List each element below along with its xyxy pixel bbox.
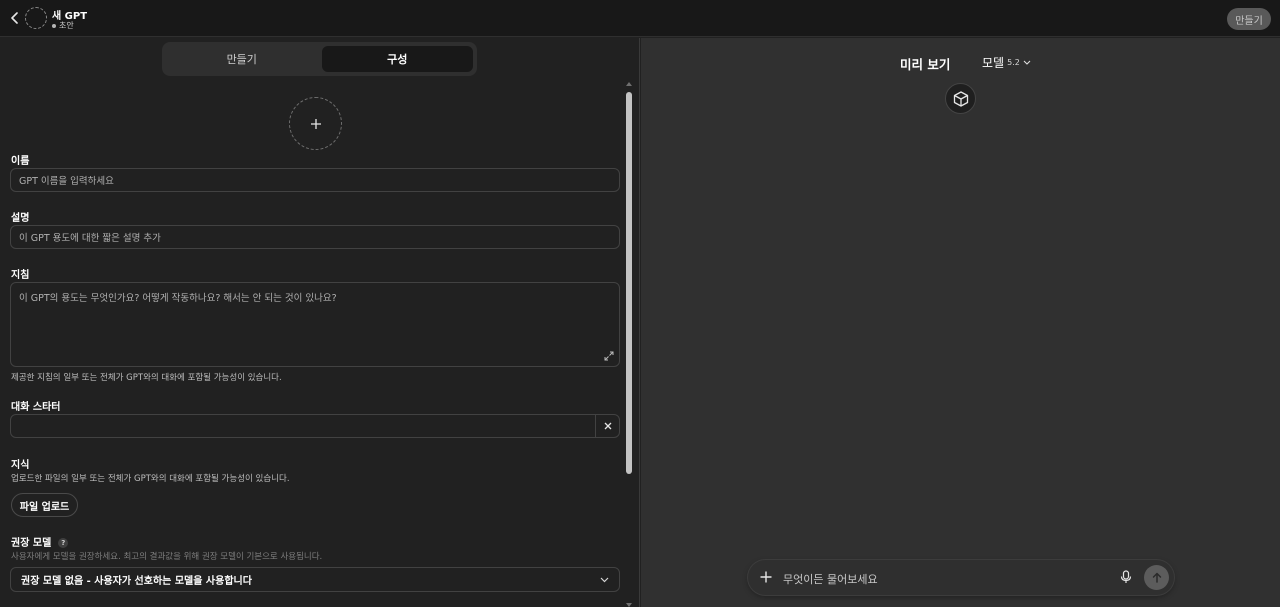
send-button[interactable] bbox=[1144, 565, 1169, 590]
status-text: 초안 bbox=[59, 21, 74, 30]
knowledge-label: 지식 bbox=[11, 460, 30, 471]
name-input[interactable]: GPT 이름을 입력하세요 bbox=[10, 168, 620, 192]
preview-panel: 미리 보기 모델 5.2 무엇이든 물어보세요 bbox=[641, 38, 1280, 607]
name-label: 이름 bbox=[11, 156, 30, 167]
description-placeholder: 이 GPT 용도에 대한 짧은 설명 추가 bbox=[19, 233, 161, 244]
back-button[interactable] bbox=[6, 9, 24, 27]
model-version: 5.2 bbox=[1007, 58, 1020, 67]
starters-label: 대화 스타터 bbox=[11, 402, 61, 413]
name-placeholder: GPT 이름을 입력하세요 bbox=[19, 176, 114, 187]
tab-create[interactable]: 만들기 bbox=[166, 46, 318, 72]
arrow-up-icon bbox=[1152, 572, 1161, 583]
expand-icon[interactable] bbox=[604, 351, 614, 361]
recommended-model-label-row: 권장 모델? bbox=[11, 534, 69, 549]
close-icon bbox=[604, 422, 611, 430]
instructions-label: 지침 bbox=[11, 270, 30, 281]
knowledge-hint: 업로드한 파일의 일부 또는 전체가 GPT와의 대화에 포함될 가능성이 있습… bbox=[11, 474, 290, 484]
mode-tabs: 만들기 구성 bbox=[162, 42, 477, 76]
status-dot-icon bbox=[52, 23, 56, 28]
scroll-down-icon[interactable] bbox=[626, 603, 632, 607]
scrollbar-thumb[interactable] bbox=[626, 92, 632, 474]
top-bar: 새 GPT 초안 만들기 bbox=[0, 0, 1280, 37]
chevron-down-icon bbox=[600, 577, 609, 582]
gpt-avatar bbox=[25, 7, 47, 29]
plus-icon[interactable] bbox=[759, 570, 773, 584]
recommended-model-select[interactable]: 권장 모델 없음 - 사용자가 선호하는 모델을 사용합니다 bbox=[10, 567, 620, 592]
create-button[interactable]: 만들기 bbox=[1227, 8, 1271, 30]
mic-icon[interactable] bbox=[1120, 570, 1132, 584]
preview-title: 미리 보기 bbox=[900, 57, 951, 72]
model-label: 모델 bbox=[982, 56, 1005, 70]
chevron-left-icon bbox=[11, 12, 18, 24]
help-icon[interactable]: ? bbox=[58, 538, 69, 548]
conversation-starter-input bbox=[10, 414, 620, 438]
instructions-hint: 제공한 지침의 일부 또는 전체가 GPT와의 대화에 포함될 가능성이 있습니… bbox=[11, 373, 282, 383]
description-label: 설명 bbox=[11, 213, 30, 224]
upload-files-button[interactable]: 파일 업로드 bbox=[11, 493, 78, 517]
instructions-textarea[interactable]: 이 GPT의 용도는 무엇인가요? 어떻게 작동하나요? 해서는 안 되는 것이… bbox=[10, 282, 620, 367]
recommended-model-value: 권장 모델 없음 - 사용자가 선호하는 모델을 사용합니다 bbox=[21, 576, 252, 587]
plus-icon bbox=[310, 118, 321, 129]
draft-status: 초안 bbox=[52, 20, 74, 31]
recommended-model-hint: 사용자에게 모델을 권장하세요. 최고의 결과값을 위해 권장 모델이 기본으로… bbox=[11, 552, 323, 562]
add-avatar-button[interactable] bbox=[289, 97, 342, 150]
scrollbar[interactable] bbox=[624, 82, 634, 607]
instructions-placeholder: 이 GPT의 용도는 무엇인가요? 어떻게 작동하나요? 해서는 안 되는 것이… bbox=[19, 293, 337, 304]
gpt-preview-avatar bbox=[945, 83, 976, 114]
message-input[interactable]: 무엇이든 물어보세요 bbox=[783, 571, 878, 587]
scroll-up-icon[interactable] bbox=[626, 82, 632, 86]
config-panel: 만들기 구성 이름 GPT 이름을 입력하세요 설명 이 GPT 용도에 대한 … bbox=[0, 38, 640, 607]
recommended-model-label: 권장 모델 bbox=[11, 538, 52, 549]
cube-icon bbox=[953, 90, 968, 107]
chevron-down-icon bbox=[1023, 60, 1031, 65]
starter-text-field[interactable] bbox=[11, 415, 595, 437]
message-composer: 무엇이든 물어보세요 bbox=[748, 560, 1174, 595]
clear-starter-button[interactable] bbox=[595, 415, 619, 437]
tab-configure[interactable]: 구성 bbox=[321, 46, 473, 72]
description-input[interactable]: 이 GPT 용도에 대한 짧은 설명 추가 bbox=[10, 225, 620, 249]
model-selector[interactable]: 모델 5.2 bbox=[982, 54, 1031, 71]
